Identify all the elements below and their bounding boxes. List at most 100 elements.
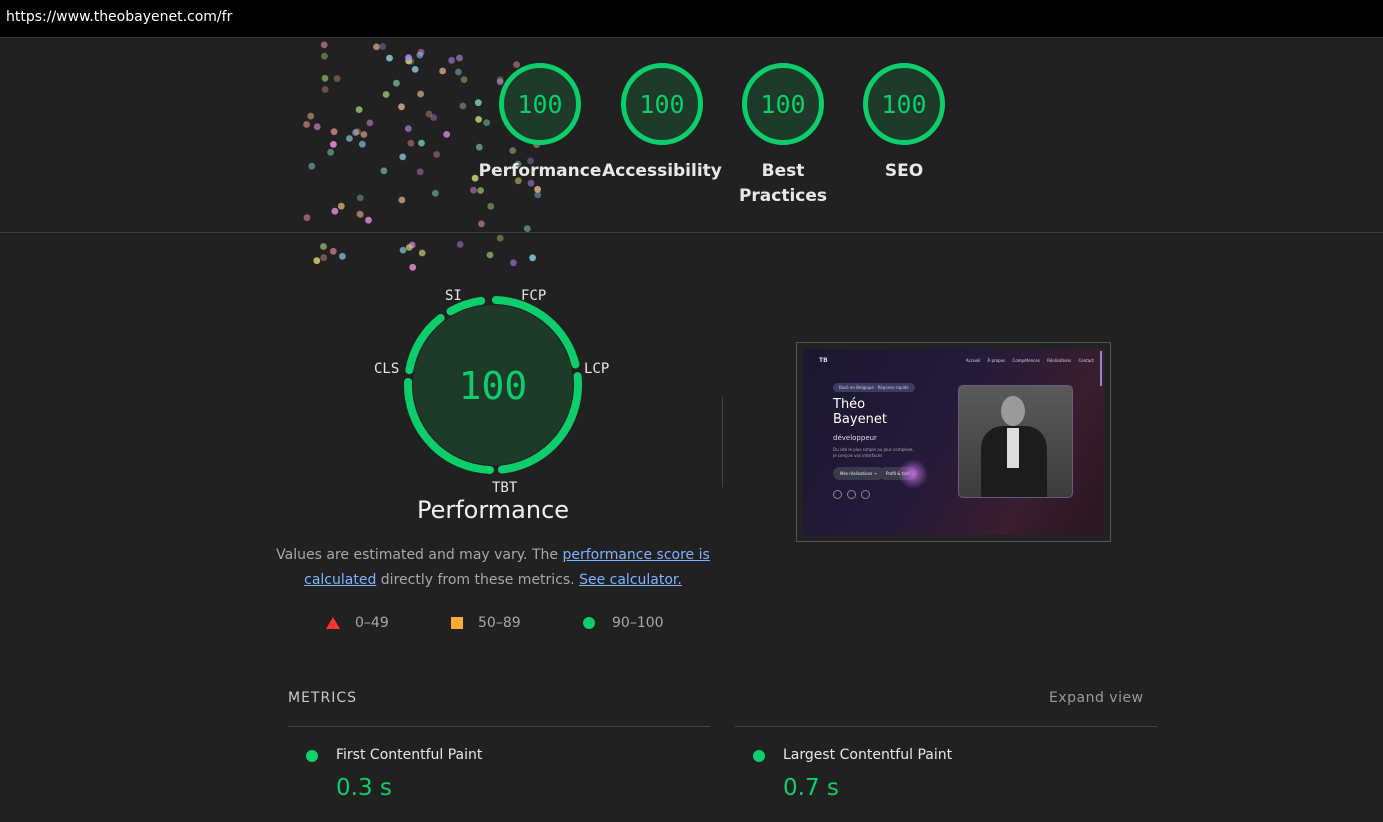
performance-score: 100 — [459, 364, 528, 408]
score-legend: 0–49 50–89 90–100 — [0, 615, 1383, 635]
confetti-dot — [379, 43, 387, 50]
gauge-best-practices[interactable]: 100 Best Practices — [718, 63, 848, 209]
confetti-dot — [510, 259, 517, 267]
screenshot-page: TB Accueil À propos Compétences Réalisat… — [803, 349, 1104, 535]
confetti-dot — [405, 54, 412, 62]
legend-average: 50–89 — [451, 615, 521, 631]
performance-title: Performance — [416, 496, 570, 524]
confetti-dot — [408, 241, 416, 249]
screenshot-portrait — [958, 385, 1073, 498]
tag-cls: CLS — [374, 361, 400, 377]
performance-gauge: 100 SI FCP LCP CLS TBT — [363, 285, 623, 496]
performance-gauge-ring: 100 — [404, 296, 582, 474]
metric-value: 0.7 s — [783, 775, 839, 801]
legend-average-label: 50–89 — [478, 615, 521, 631]
name-line-1: Théo — [833, 397, 866, 412]
category-gauges: 100 Performance 100 Accessibility 100 Be… — [0, 63, 1383, 223]
gauge-seo[interactable]: 100 SEO — [839, 63, 969, 184]
gauge-performance[interactable]: 100 Performance — [475, 63, 605, 184]
gauge-label: Best Practices — [738, 161, 828, 206]
screenshot-name: Théo Bayenet — [833, 397, 887, 427]
screenshot-nav: TB Accueil À propos Compétences Réalisat… — [819, 355, 1094, 365]
metrics-rule-left — [288, 726, 710, 727]
pass-circle-icon — [306, 750, 318, 762]
name-line-2: Bayenet — [833, 412, 887, 427]
confetti-dot — [486, 251, 494, 259]
confetti-dot — [405, 244, 413, 251]
legend-pass-label: 90–100 — [612, 615, 664, 631]
tag-lcp: LCP — [584, 361, 610, 377]
screenshot-social-icons — [833, 490, 875, 499]
legend-pass: 90–100 — [583, 615, 664, 631]
screenshot-logo-icon: TB — [819, 356, 828, 364]
nav-link: Contact — [1078, 357, 1094, 363]
nav-link: Compétences — [1012, 357, 1040, 363]
tag-si: SI — [445, 288, 462, 304]
mail-icon — [861, 490, 870, 499]
metric-name: First Contentful Paint — [336, 747, 483, 763]
confetti-dot — [409, 263, 417, 271]
average-square-icon — [451, 617, 463, 629]
pass-circle-icon — [753, 750, 765, 762]
confetti-dot — [373, 43, 380, 51]
confetti-dot — [320, 243, 327, 250]
gauge-label: Performance — [478, 161, 602, 181]
metric-name: Largest Contentful Paint — [783, 747, 953, 763]
expand-view-toggle[interactable]: Expand view — [1049, 690, 1144, 706]
gauge-accessibility[interactable]: 100 Accessibility — [597, 63, 727, 184]
score-ring: 100 — [863, 63, 945, 145]
linkedin-icon — [847, 490, 856, 499]
see-calculator-link[interactable]: See calculator. — [579, 572, 682, 588]
section-divider — [0, 232, 1383, 233]
screenshot-badge: Basé en Belgique · Réponse rapide — [833, 383, 915, 392]
confetti-dot — [313, 257, 321, 265]
confetti-dot — [329, 247, 337, 255]
final-screenshot[interactable]: TB Accueil À propos Compétences Réalisat… — [796, 342, 1111, 542]
confetti-dot — [529, 254, 536, 262]
score-value: 100 — [639, 89, 685, 119]
confetti-dot — [320, 41, 328, 49]
legend-fail-label: 0–49 — [355, 615, 389, 631]
nav-link: Accueil — [965, 357, 981, 363]
nav-link: Réalisations — [1047, 357, 1072, 363]
confetti-dot — [418, 249, 426, 257]
confetti-dot — [386, 54, 393, 62]
vertical-divider — [722, 397, 723, 487]
note-middle: directly from these metrics. — [376, 572, 575, 588]
screenshot-nav-links: Accueil À propos Compétences Réalisation… — [960, 358, 1094, 363]
confetti-dot — [417, 48, 425, 56]
confetti-dot — [320, 254, 328, 262]
score-value: 100 — [881, 89, 927, 119]
screenshot-glow — [898, 459, 928, 489]
score-value: 100 — [760, 89, 806, 119]
confetti-dot — [416, 51, 424, 59]
confetti-dot — [523, 225, 531, 233]
portrait-head — [1001, 396, 1025, 426]
url-text[interactable]: https://www.theobayenet.com/fr — [6, 9, 232, 25]
github-icon — [833, 490, 842, 499]
screenshot-button-primary: Mes réalisations → — [833, 467, 884, 480]
confetti-dot — [496, 234, 504, 242]
screenshot-description: Du site le plus simple au plus complexe,… — [833, 447, 914, 458]
confetti-dot — [339, 252, 346, 260]
confetti-dot — [456, 54, 463, 62]
tag-fcp: FCP — [521, 288, 547, 304]
legend-fail: 0–49 — [326, 615, 389, 631]
metrics-heading: METRICS — [288, 690, 357, 706]
fail-triangle-icon — [326, 617, 340, 629]
gauge-label: SEO — [884, 161, 924, 181]
score-ring: 100 — [621, 63, 703, 145]
score-ring: 100 — [742, 63, 824, 145]
metric-value: 0.3 s — [336, 775, 392, 801]
metrics-rule-right — [735, 726, 1157, 727]
confetti-dot — [399, 246, 407, 254]
score-value: 100 — [517, 89, 563, 119]
confetti-dot — [321, 52, 328, 60]
screenshot-role: développeur — [833, 434, 877, 442]
confetti-dot — [456, 241, 464, 248]
portrait-shirt — [1007, 428, 1019, 468]
pass-circle-icon — [583, 617, 595, 629]
screenshot-scrollbar — [1100, 351, 1102, 386]
nav-link: À propos — [987, 357, 1006, 363]
tag-tbt: TBT — [492, 480, 518, 496]
